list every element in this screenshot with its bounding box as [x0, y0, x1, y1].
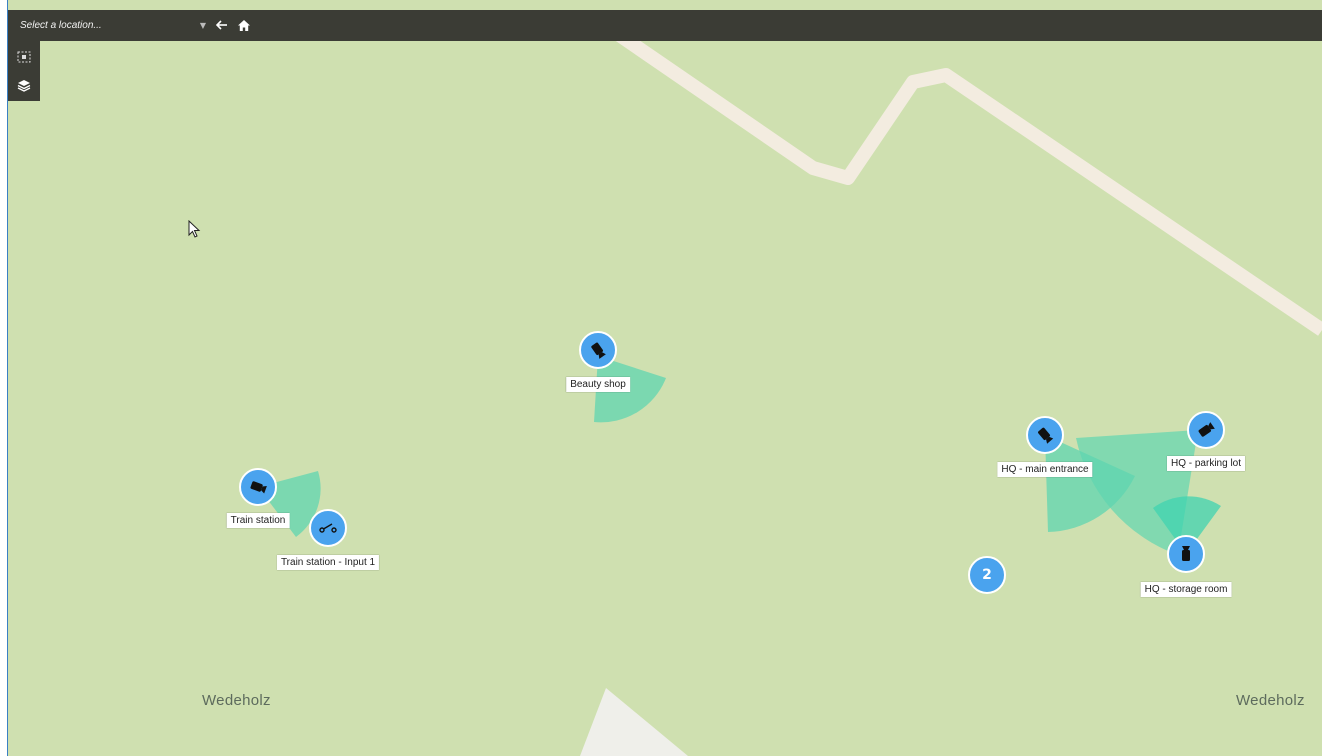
device-marker-hq-storage-room[interactable]: [1167, 535, 1205, 573]
mouse-cursor-icon: [188, 220, 201, 238]
marker-cluster[interactable]: 2: [968, 556, 1006, 594]
device-label[interactable]: HQ - parking lot: [1166, 456, 1246, 471]
device-marker-hq-parking-lot[interactable]: [1187, 411, 1225, 449]
arrow-left-icon: [215, 20, 227, 30]
device-label[interactable]: HQ - storage room: [1140, 582, 1232, 597]
camera-icon: [250, 481, 267, 494]
device-marker-train-station[interactable]: [239, 468, 277, 506]
select-area-icon: [17, 51, 31, 63]
map-tools-panel: [8, 41, 40, 101]
place-name: Wedeholz: [202, 692, 271, 709]
map-base-layer: [258, 10, 1322, 756]
camera-icon: [1182, 546, 1190, 561]
device-label[interactable]: Beauty shop: [566, 377, 630, 392]
device-marker-hq-main-entrance[interactable]: [1026, 416, 1064, 454]
location-select[interactable]: Select a location...: [20, 10, 102, 41]
camera-icon: [1198, 422, 1215, 437]
building-area: [580, 688, 688, 756]
device-label[interactable]: Train station: [226, 513, 290, 528]
device-label[interactable]: HQ - main entrance: [997, 462, 1093, 477]
place-name: Wedeholz: [1236, 692, 1305, 709]
device-marker-train-station-input-1[interactable]: [309, 509, 347, 547]
map-canvas[interactable]: Beauty shop Train station Train station …: [8, 10, 1322, 756]
camera-icon: [591, 342, 606, 359]
home-button[interactable]: [236, 10, 252, 41]
road: [579, 10, 1322, 336]
layers-button[interactable]: [8, 71, 40, 99]
back-button[interactable]: [214, 10, 230, 41]
window-frame-edge: [0, 0, 8, 756]
map-toolbar: Select a location... ▼: [8, 10, 1322, 41]
input-switch-icon: [319, 523, 337, 533]
device-label[interactable]: Train station - Input 1: [276, 555, 380, 570]
select-area-button[interactable]: [8, 43, 40, 71]
layers-icon: [17, 79, 31, 92]
device-marker-beauty-shop[interactable]: [579, 331, 617, 369]
camera-icon: [1038, 427, 1054, 444]
chevron-down-icon[interactable]: ▼: [198, 10, 208, 41]
home-icon: [238, 20, 250, 31]
